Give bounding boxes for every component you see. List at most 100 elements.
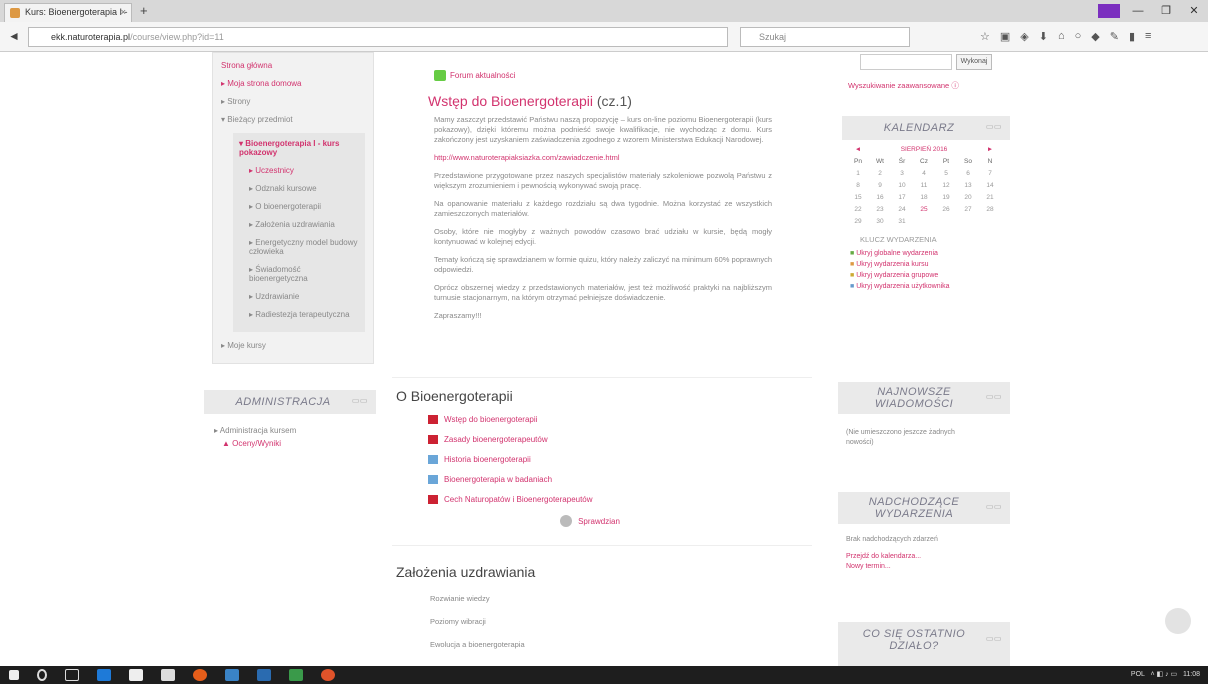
nav-section-2[interactable]: ▸ Założenia uzdrawiania [249, 220, 359, 229]
calendar-week: 22 23 24 25 26 27 28 [854, 206, 994, 213]
forum-link[interactable]: Forum aktualności [434, 70, 772, 81]
pocket-icon[interactable]: ◈ [1020, 30, 1028, 43]
browser-search-input[interactable]: Szukaj [740, 27, 910, 47]
course-admin-item[interactable]: ▸ Administracja kursem [214, 426, 376, 435]
administration-header[interactable]: ADMINISTRACJA ▭▭ [204, 390, 376, 414]
browser-tab[interactable]: Kurs: Bioenergoterapia I - ... × [4, 3, 132, 34]
section-about-resources: Wstęp do bioenergoterapii Zasady bioener… [428, 415, 812, 527]
block-controls-icon[interactable]: ▭▭ [986, 122, 1002, 131]
task-view-icon[interactable] [65, 669, 79, 681]
language-indicator[interactable]: POL [1131, 671, 1145, 678]
next-month-button[interactable]: ► [982, 146, 998, 153]
tab-close-button[interactable]: × [121, 4, 126, 21]
nav-sites[interactable]: ▸ Strony [221, 97, 365, 106]
folder-icon [428, 455, 438, 464]
nav-home-link[interactable]: Strona główna [221, 61, 365, 70]
clock[interactable]: 11:08 [1183, 671, 1200, 678]
app-icon[interactable] [321, 669, 335, 681]
quiz-link[interactable]: Sprawdzian [368, 515, 812, 527]
block-controls-icon[interactable]: ▭▭ [352, 396, 368, 405]
sync-icon[interactable]: ○ [1075, 30, 1082, 43]
intro-paragraph-5: Tematy kończą się sprawdzianem w formie … [434, 255, 772, 274]
intro-paragraph-2: Przedstawione przygotowane przez naszych… [434, 171, 772, 190]
resource-item[interactable]: Bioenergoterapia w badaniach [428, 475, 812, 484]
advanced-search-link[interactable]: Wyszukiwanie zaawansowane ⓘ [848, 80, 959, 91]
administration-title: ADMINISTRACJA [235, 396, 331, 408]
goto-calendar-link[interactable]: Przejdź do kalendarza... [846, 553, 1010, 560]
calendar-week: 15 16 17 18 19 20 21 [854, 194, 994, 201]
activity-item[interactable]: Ewolucja a bioenergoterapia [430, 640, 812, 649]
download-icon[interactable]: ⬇ [1039, 30, 1048, 43]
search-placeholder: Szukaj [759, 32, 787, 42]
activity-item[interactable]: Rozwianie wiedzy [430, 594, 812, 603]
block-controls-icon[interactable]: ▭▭ [986, 634, 1002, 643]
block-controls-icon[interactable]: ▭▭ [986, 502, 1002, 511]
event-key-item[interactable]: ■ Ukryj wydarzenia grupowe [850, 272, 1010, 279]
event-key-item[interactable]: ■ Ukryj globalne wydarzenia [850, 250, 1010, 257]
maximize-button[interactable]: ❐ [1152, 0, 1180, 22]
folder-icon [428, 475, 438, 484]
resource-item[interactable]: Cech Naturopatów i Bioenergoterapeutów [428, 495, 812, 504]
edge-icon[interactable] [97, 669, 111, 681]
nav-section-3[interactable]: ▸ Energetyczny model budowy człowieka [249, 238, 359, 256]
news-header[interactable]: NAJNOWSZE WIADOMOŚCI ▭▭ [838, 382, 1010, 414]
search-submit-button[interactable]: Wykonaj [956, 54, 992, 70]
explorer-icon[interactable] [129, 669, 143, 681]
search-icon[interactable] [37, 669, 47, 681]
upcoming-header[interactable]: NADCHODZĄCE WYDARZENIA ▭▭ [838, 492, 1010, 524]
nav-participants[interactable]: ▸ Uczestnicy [249, 166, 359, 175]
app-icon[interactable] [257, 669, 271, 681]
forum-icon [434, 70, 446, 81]
new-tab-button[interactable]: + [140, 3, 148, 18]
reading-list-icon[interactable]: ▣ [1000, 30, 1010, 43]
tray-icons[interactable]: ˄ ◧ ♪ ▭ [1147, 671, 1181, 678]
pencil-icon[interactable]: ✎ [1110, 30, 1119, 43]
firefox-icon[interactable] [193, 669, 207, 681]
nav-my-home-link[interactable]: ▸ Moja strona domowa [221, 79, 365, 88]
help-icon[interactable]: ⓘ [951, 81, 959, 90]
news-empty-message: (Nie umieszczono jeszcze żadnych nowości… [846, 429, 955, 446]
new-event-link[interactable]: Nowy termin... [846, 563, 1010, 570]
extension-icon[interactable]: ◆ [1091, 30, 1099, 43]
start-icon[interactable] [9, 670, 19, 680]
block-controls-icon[interactable]: ▭▭ [986, 392, 1002, 401]
nav-section-1[interactable]: ▸ O bioenergoterapii [249, 202, 359, 211]
resource-item[interactable]: Wstęp do bioenergoterapii [428, 415, 812, 424]
course-search-input[interactable] [860, 54, 952, 70]
nav-badges[interactable]: ▸ Odznaki kursowe [249, 184, 359, 193]
event-key-item[interactable]: ■ Ukryj wydarzenia kursu [850, 261, 1010, 268]
calendar-week: 1234567 [856, 170, 992, 177]
bookmark-star-icon[interactable]: ☆ [980, 30, 990, 43]
scroll-to-top-button[interactable] [1165, 608, 1191, 634]
nav-section-4[interactable]: ▸ Świadomość bioenergetyczna [249, 265, 359, 283]
library-icon[interactable]: ▮ [1129, 30, 1135, 43]
close-window-button[interactable]: ✕ [1180, 0, 1208, 22]
browser-tab-bar: Kurs: Bioenergoterapia I - ... × + — ❐ ✕ [0, 0, 1208, 34]
certificate-link[interactable]: http://www.naturoterapiaksiazka.com/zawi… [434, 153, 772, 163]
app-icon[interactable] [289, 669, 303, 681]
nav-section-5[interactable]: ▸ Uzdrawianie [249, 292, 359, 301]
home-icon[interactable]: ⌂ [1058, 30, 1065, 43]
menu-icon[interactable]: ≡ [1145, 30, 1151, 43]
nav-my-courses[interactable]: ▸ Moje kursy [221, 341, 365, 350]
store-icon[interactable] [161, 669, 175, 681]
nav-section-6[interactable]: ▸ Radiestezja terapeutyczna [249, 310, 359, 319]
app-icon[interactable] [225, 669, 239, 681]
resource-item[interactable]: Zasady bioenergoterapeutów [428, 435, 812, 444]
prev-month-button[interactable]: ◄ [850, 146, 866, 153]
profile-icon[interactable] [1098, 4, 1120, 18]
course-sections: ▸ Uczestnicy ▸ Odznaki kursowe ▸ O bioen… [249, 166, 359, 319]
activity-item[interactable]: Poziomy wibracji [430, 617, 812, 626]
system-tray: POL ˄ ◧ ♪ ▭ 11:08 [1131, 666, 1200, 684]
minimize-button[interactable]: — [1124, 0, 1152, 22]
resource-item[interactable]: Historia bioenergoterapii [428, 455, 812, 464]
section-about: O Bioenergoterapii Wstęp do bioenergoter… [392, 382, 812, 546]
current-course-link[interactable]: ▾ Bioenergoterapia I - kurs pokazowy [239, 139, 359, 157]
recent-activity-header[interactable]: CO SIĘ OSTATNIO DZIAŁO? ▭▭ [838, 622, 1010, 666]
calendar-header[interactable]: KALENDARZ ▭▭ [842, 116, 1010, 140]
event-key-item[interactable]: ■ Ukryj wydarzenia użytkownika [850, 283, 1010, 290]
nav-current-course[interactable]: ▾ Bieżący przedmiot [221, 115, 365, 124]
grades-link[interactable]: ▲ Oceny/Wyniki [222, 439, 376, 448]
back-arrow-icon[interactable]: ◄ [8, 29, 20, 43]
url-bar[interactable]: ekk.naturoterapia.pl/course/view.php?id=… [28, 27, 728, 47]
